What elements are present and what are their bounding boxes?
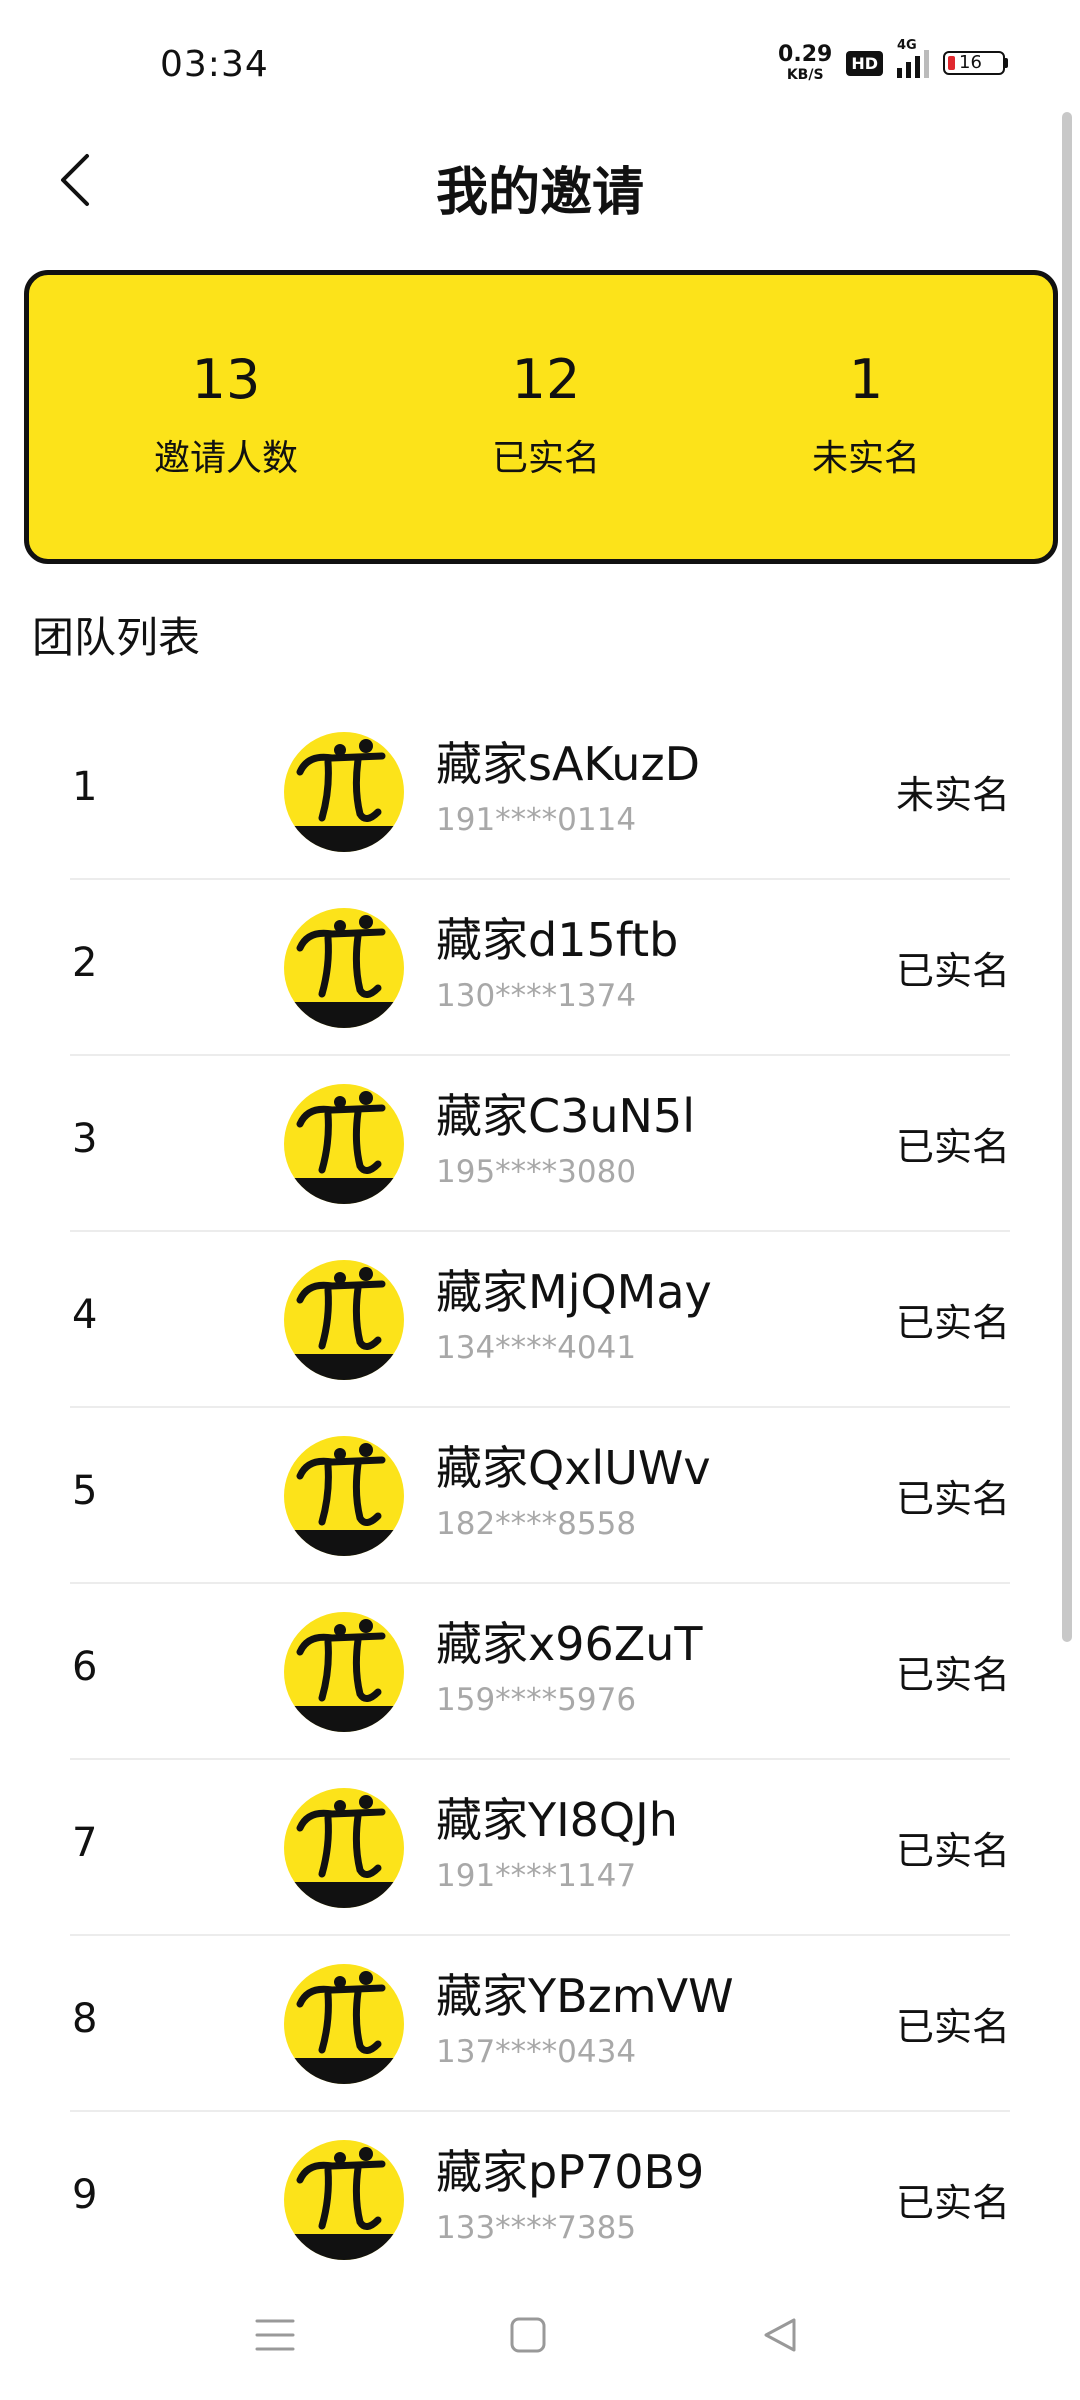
member-index: 9	[72, 2172, 98, 2218]
team-list-title: 团队列表	[32, 613, 201, 662]
member-phone: 159****5976	[436, 1682, 637, 1718]
member-index: 2	[72, 940, 98, 986]
member-name: 藏家QxlUWv	[436, 1441, 711, 1495]
team-list: 1 藏家sAKuzD 191****0114 未实名 2 藏家d15ftb 13…	[70, 704, 1010, 2288]
stat-value: 13	[191, 348, 261, 411]
verification-status: 已实名	[895, 1125, 1010, 1169]
team-member-row[interactable]: 8 藏家YBzmVW 137****0434 已实名	[70, 1936, 1010, 2112]
verification-status: 已实名	[895, 2181, 1010, 2225]
battery-fill	[948, 56, 955, 70]
stat-verified-count: 12 已实名	[416, 353, 676, 481]
network-type-label: 4G	[897, 38, 917, 53]
stat-label: 已实名	[491, 438, 600, 479]
member-avatar	[284, 1964, 404, 2084]
member-index: 8	[72, 1996, 98, 2042]
member-name: 藏家C3uN5l	[436, 1089, 695, 1143]
recents-button[interactable]	[240, 2300, 310, 2370]
member-index: 7	[72, 1820, 98, 1866]
team-member-row[interactable]: 6 藏家x96ZuT 159****5976 已实名	[70, 1584, 1010, 1760]
member-avatar	[284, 1612, 404, 1732]
stat-unverified-count: 1 未实名	[736, 353, 996, 481]
member-phone: 133****7385	[436, 2210, 637, 2246]
team-member-row[interactable]: 5 藏家QxlUWv 182****8558 已实名	[70, 1408, 1010, 1584]
stat-value: 1	[848, 348, 884, 411]
battery-level: 16	[959, 52, 982, 73]
verification-status: 已实名	[895, 1301, 1010, 1345]
hd-icon: HD	[846, 50, 883, 76]
pi-logo-icon	[284, 1091, 404, 1204]
status-time: 03:34	[160, 44, 269, 85]
home-button[interactable]	[493, 2300, 563, 2370]
my-invitations-screen: 03:34 0.29 KB/S HD 4G 16 我的邀请 13 邀请人数 12…	[0, 0, 1080, 2400]
member-avatar	[284, 732, 404, 852]
system-nav-bar	[0, 2270, 1080, 2400]
member-phone: 137****0434	[436, 2034, 637, 2070]
member-avatar	[284, 1788, 404, 1908]
nav-back-button[interactable]	[745, 2300, 815, 2370]
member-name: 藏家YI8QJh	[436, 1793, 678, 1847]
page-title: 我的邀请	[435, 163, 644, 223]
pi-logo-icon	[284, 1619, 404, 1732]
header: 我的邀请	[0, 130, 1080, 230]
stat-label: 邀请人数	[153, 438, 298, 479]
pi-logo-icon	[284, 1971, 404, 2084]
member-avatar	[284, 2140, 404, 2260]
member-phone: 191****0114	[436, 802, 637, 838]
member-name: 藏家d15ftb	[436, 913, 679, 967]
pi-logo-icon	[284, 1795, 404, 1908]
member-index: 3	[72, 1116, 98, 1162]
stat-label: 未实名	[811, 438, 920, 479]
invitation-summary-card: 13 邀请人数 12 已实名 1 未实名	[24, 270, 1058, 564]
member-name: 藏家pP70B9	[436, 2145, 705, 2199]
member-phone: 182****8558	[436, 1506, 637, 1542]
member-name: 藏家YBzmVW	[436, 1969, 734, 2023]
member-name: 藏家MjQMay	[436, 1265, 712, 1319]
pi-logo-icon	[284, 1443, 404, 1556]
stat-value: 12	[511, 348, 581, 411]
member-index: 1	[72, 764, 98, 810]
verification-status: 已实名	[895, 2005, 1010, 2049]
member-avatar	[284, 908, 404, 1028]
status-bar: 03:34 0.29 KB/S HD 4G 16	[0, 0, 1080, 110]
pi-logo-icon	[284, 2147, 404, 2260]
member-phone: 195****3080	[436, 1154, 637, 1190]
pi-logo-icon	[284, 739, 404, 852]
member-phone: 134****4041	[436, 1330, 637, 1366]
member-index: 6	[72, 1644, 98, 1690]
verification-status: 已实名	[895, 1653, 1010, 1697]
scrollbar[interactable]	[1062, 112, 1072, 1642]
pi-logo-icon	[284, 1267, 404, 1380]
signal-icon: 4G	[897, 38, 929, 78]
pi-logo-icon	[284, 915, 404, 1028]
network-speed-value: 0.29	[778, 42, 833, 67]
member-avatar	[284, 1260, 404, 1380]
verification-status: 未实名	[895, 773, 1010, 817]
network-speed-unit: KB/S	[786, 67, 824, 83]
team-member-row[interactable]: 1 藏家sAKuzD 191****0114 未实名	[70, 704, 1010, 880]
team-member-row[interactable]: 4 藏家MjQMay 134****4041 已实名	[70, 1232, 1010, 1408]
network-speed: 0.29 KB/S	[778, 42, 833, 83]
battery-icon: 16	[943, 51, 1008, 75]
member-name: 藏家x96ZuT	[436, 1617, 703, 1671]
team-member-row[interactable]: 3 藏家C3uN5l 195****3080 已实名	[70, 1056, 1010, 1232]
member-avatar	[284, 1084, 404, 1204]
member-name: 藏家sAKuzD	[436, 737, 701, 791]
team-member-row[interactable]: 7 藏家YI8QJh 191****1147 已实名	[70, 1760, 1010, 1936]
member-phone: 130****1374	[436, 978, 637, 1014]
member-phone: 191****1147	[436, 1858, 637, 1894]
member-index: 5	[72, 1468, 98, 1514]
member-avatar	[284, 1436, 404, 1556]
verification-status: 已实名	[895, 1829, 1010, 1873]
verification-status: 已实名	[895, 1477, 1010, 1521]
status-indicators: 0.29 KB/S HD 4G 16	[778, 38, 1008, 83]
home-square-icon	[510, 2317, 546, 2353]
team-member-row[interactable]: 9 藏家pP70B9 133****7385 已实名	[70, 2112, 1010, 2288]
menu-icon	[255, 2319, 295, 2351]
stat-invited-count: 13 邀请人数	[96, 353, 356, 481]
back-triangle-icon	[764, 2318, 796, 2352]
verification-status: 已实名	[895, 949, 1010, 993]
team-member-row[interactable]: 2 藏家d15ftb 130****1374 已实名	[70, 880, 1010, 1056]
member-index: 4	[72, 1292, 98, 1338]
